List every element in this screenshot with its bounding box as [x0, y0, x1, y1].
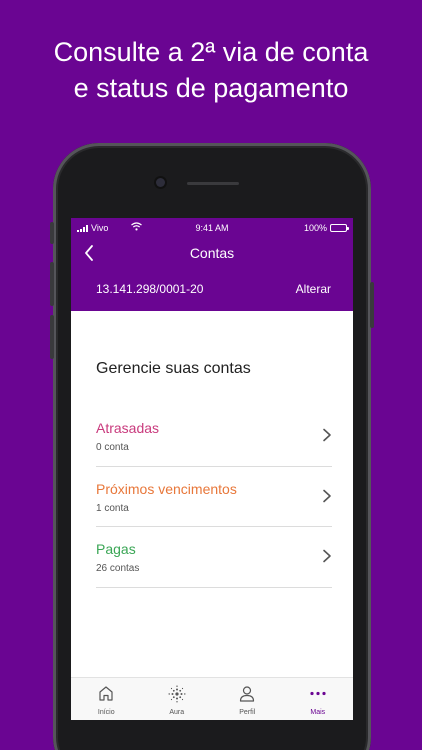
list-item-count: 1 conta: [96, 502, 129, 514]
account-id: 13.141.298/0001-20: [96, 282, 204, 296]
headline: Consulte a 2ª via de conta e status de p…: [0, 34, 422, 106]
list-item-atrasadas[interactable]: Atrasadas 0 conta: [96, 406, 332, 467]
tab-aura[interactable]: Aura: [142, 678, 213, 720]
app-header: Vivo 9:41 AM 100% Contas 13.141.298/0001…: [71, 218, 353, 311]
status-bar: Vivo 9:41 AM 100%: [71, 222, 353, 235]
home-icon: [99, 686, 113, 701]
tab-label: Início: [97, 709, 115, 716]
list-item-count: 0 conta: [96, 442, 129, 453]
tab-mais[interactable]: Mais: [283, 678, 354, 720]
chevron-right-icon: [323, 549, 331, 563]
section-title: Gerencie suas contas: [96, 360, 251, 377]
list-item-label: Atrasadas: [96, 420, 160, 436]
aura-icon: [168, 685, 186, 703]
list-item-pagas[interactable]: Pagas 26 contas: [96, 527, 332, 588]
chevron-right-icon: [323, 489, 331, 502]
battery-indicator: 100%: [303, 223, 349, 233]
phone-volume-up: [50, 262, 54, 306]
tab-label: Aura: [169, 709, 185, 716]
list-item-label: Pagas: [96, 541, 136, 557]
profile-icon: [240, 686, 255, 702]
camera-icon: [156, 178, 165, 187]
speaker-grille: [187, 182, 239, 185]
list-item-proximos-vencimentos[interactable]: Próximos vencimentos 1 conta: [96, 467, 332, 527]
change-account-button[interactable]: Alterar: [296, 282, 331, 296]
chevron-right-icon: [323, 428, 331, 442]
accounts-list: Atrasadas 0 conta Próximos vencimentos 1…: [96, 406, 332, 588]
tab-perfil[interactable]: Perfil: [212, 678, 283, 720]
app-screen: Vivo 9:41 AM 100% Contas 13.141.298/0001…: [71, 218, 353, 720]
tab-inicio[interactable]: Início: [71, 678, 142, 720]
tab-label: Perfil: [239, 709, 256, 716]
headline-line-2: e status de pagamento: [73, 73, 349, 103]
list-item-count: 26 contas: [96, 563, 140, 574]
list-item-label: Próximos vencimentos: [96, 480, 237, 497]
headline-line-1: Consulte a 2ª via de conta: [53, 37, 369, 67]
battery-label: 100%: [303, 223, 327, 233]
tab-label: Mais: [310, 709, 326, 716]
phone-power-button: [370, 282, 374, 328]
more-icon: [310, 691, 326, 696]
tab-bar: Início Aura Perfil Mais: [71, 677, 353, 720]
battery-icon: [330, 224, 349, 232]
page-title: Contas: [189, 245, 235, 261]
phone-volume-down: [50, 315, 54, 359]
phone-silent-switch: [50, 222, 54, 244]
